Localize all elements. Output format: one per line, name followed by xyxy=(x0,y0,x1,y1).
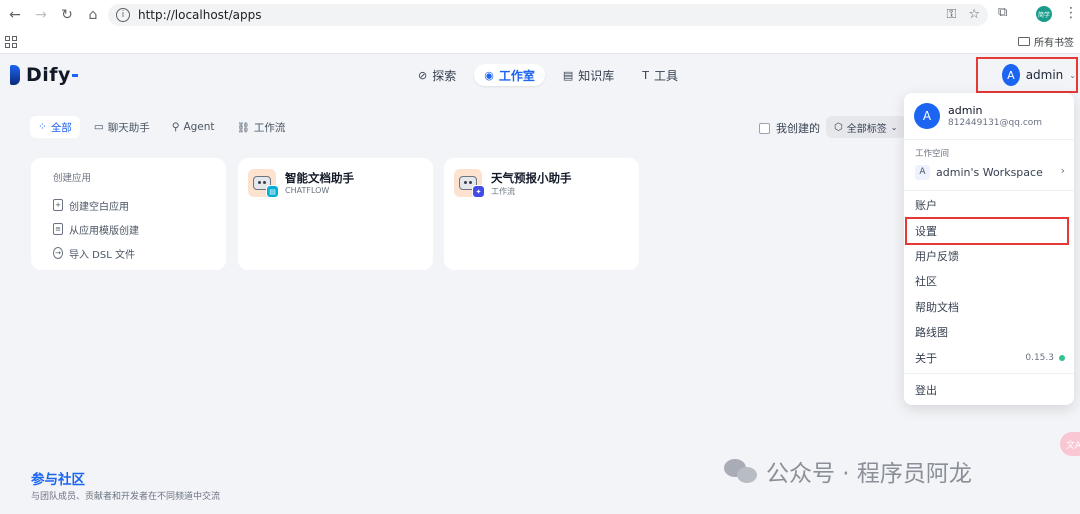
folder-icon xyxy=(1018,37,1030,46)
back-icon[interactable]: ← xyxy=(4,4,26,26)
app-card[interactable]: ▤ 智能文档助手 CHATFLOW xyxy=(238,158,433,270)
forward-icon[interactable]: → xyxy=(30,4,52,26)
status-dot-icon xyxy=(1059,355,1065,361)
menu-item-community[interactable]: 社区 xyxy=(915,271,1065,291)
community-desc: 与团队成员、贡献者和开发者在不同频道中交流 xyxy=(31,492,221,502)
import-icon: → xyxy=(53,247,63,259)
logo-dot xyxy=(71,73,78,77)
nav-studio[interactable]: ◉ 工作室 xyxy=(474,64,545,86)
app-title: 智能文档助手 xyxy=(285,171,354,185)
create-app-card: 创建应用 + 创建空白应用 ≡ 从应用模版创建 → 导入 DSL 文件 xyxy=(31,158,226,270)
import-dsl-button[interactable]: → 导入 DSL 文件 xyxy=(53,241,204,265)
version-info: 0.15.3 xyxy=(1025,353,1065,363)
filter-tab-all[interactable]: ⁘ 全部 xyxy=(30,116,80,138)
url-text: http://localhost/apps xyxy=(138,8,262,22)
chat-icon: ▭ xyxy=(93,121,104,133)
user-name: admin xyxy=(1025,68,1064,82)
workspace-label: 工作空间 xyxy=(915,149,950,159)
nav-explore[interactable]: ⊘ 探索 xyxy=(408,64,466,86)
app-card[interactable]: ✦ 天气预报小助手 工作流 xyxy=(444,158,639,270)
agent-icon: ⚲ xyxy=(171,121,180,133)
tag-filter-select[interactable]: ⬡ 全部标签 ⌄ xyxy=(826,116,906,138)
browser-toolbar: ← → ↻ ⌂ i http://localhost/apps ⚿ ☆ ⧉ 简学… xyxy=(0,0,1080,30)
site-info-icon[interactable]: i xyxy=(116,8,130,22)
dropdown-user-info: A admin 812449131@qq.com xyxy=(914,103,1042,129)
menu-item-logout[interactable]: 登出 xyxy=(915,380,1065,400)
extensions-icon[interactable]: ⧉ xyxy=(998,5,1016,23)
created-by-me-toggle[interactable]: 我创建的 xyxy=(759,120,820,136)
user-dropdown-menu: A admin 812449131@qq.com 工作空间 A admin's … xyxy=(904,93,1074,405)
workspace-switcher[interactable]: A admin's Workspace › xyxy=(915,163,1065,181)
dropdown-avatar: A xyxy=(914,103,940,129)
create-blank-app-button[interactable]: + 创建空白应用 xyxy=(53,193,204,217)
chevron-down-icon: ⌄ xyxy=(1069,70,1076,80)
app-type: CHATFLOW xyxy=(285,186,330,195)
workspace-name: admin's Workspace xyxy=(936,165,1043,179)
version-text: 0.15.3 xyxy=(1025,353,1054,363)
nav-knowledge[interactable]: ▤ 知识库 xyxy=(553,64,624,86)
robot-icon: ◉ xyxy=(484,68,494,82)
profile-avatar[interactable]: 简学 xyxy=(1036,6,1052,22)
user-avatar: A xyxy=(1002,64,1020,86)
chatflow-badge-icon: ▤ xyxy=(266,185,279,198)
create-from-template-button[interactable]: ≡ 从应用模版创建 xyxy=(53,217,204,241)
chevron-down-icon: ⌄ xyxy=(890,122,898,132)
apps-grid-icon[interactable] xyxy=(5,36,17,48)
new-file-icon: + xyxy=(53,199,63,211)
reload-icon[interactable]: ↻ xyxy=(56,4,78,26)
divider xyxy=(904,190,1074,191)
filter-tab-workflow[interactable]: ⛓ 工作流 xyxy=(229,116,294,138)
divider xyxy=(904,373,1074,374)
menu-item-feedback[interactable]: 用户反馈 xyxy=(915,246,1065,266)
app-title: 天气预报小助手 xyxy=(491,171,572,185)
app-header: Dify ⊘ 探索 ◉ 工作室 ▤ 知识库 T 工具 A admin ⌄ xyxy=(0,55,1080,97)
settings-highlight-box xyxy=(905,217,1069,245)
nav-tools[interactable]: T 工具 xyxy=(632,64,688,86)
logo-mark-icon xyxy=(10,65,20,85)
wechat-icon xyxy=(724,457,758,485)
app-type: 工作流 xyxy=(491,187,515,196)
book-icon: ▤ xyxy=(562,68,574,82)
home-icon[interactable]: ⌂ xyxy=(82,4,104,26)
filter-tab-chat[interactable]: ▭ 聊天助手 xyxy=(86,116,158,138)
menu-kebab-icon[interactable]: ⋮ xyxy=(1064,5,1078,21)
hammer-icon: T xyxy=(642,68,650,82)
bookmarks-bar: 所有书签 xyxy=(0,30,1080,54)
all-bookmarks-label: 所有书签 xyxy=(1034,38,1074,49)
community-title[interactable]: 参与社区 xyxy=(31,468,85,488)
menu-item-roadmap[interactable]: 路线图 xyxy=(915,322,1065,342)
workflow-badge-icon: ✦ xyxy=(472,185,485,198)
user-menu-button[interactable]: A admin ⌄ xyxy=(976,57,1078,93)
dify-logo[interactable]: Dify xyxy=(10,64,78,86)
address-bar[interactable]: i http://localhost/apps ⚿ ☆ xyxy=(108,4,988,26)
grid-icon: ⁘ xyxy=(38,121,47,133)
workspace-badge: A xyxy=(915,164,930,180)
divider xyxy=(904,139,1074,140)
dropdown-user-email: 812449131@qq.com xyxy=(948,118,1043,128)
dropdown-user-name: admin xyxy=(948,104,983,117)
tag-icon: ⬡ xyxy=(834,121,843,133)
watermark: 公众号 · 程序员阿龙 xyxy=(724,454,972,488)
menu-item-about[interactable]: 关于 0.15.3 xyxy=(915,348,1065,368)
create-app-title: 创建应用 xyxy=(53,173,92,184)
compass-icon: ⊘ xyxy=(418,68,428,82)
main-nav: ⊘ 探索 ◉ 工作室 ▤ 知识库 T 工具 xyxy=(408,64,688,86)
menu-item-account[interactable]: 账户 xyxy=(915,195,1065,215)
template-icon: ≡ xyxy=(53,223,63,235)
workflow-icon: ⛓ xyxy=(236,121,250,134)
filter-tab-agent[interactable]: ⚲ Agent xyxy=(164,116,223,138)
key-icon[interactable]: ⚿ xyxy=(946,7,956,22)
watermark-text: 公众号 · 程序员阿龙 xyxy=(766,461,972,487)
created-by-me-checkbox[interactable] xyxy=(759,122,770,134)
chevron-right-icon: › xyxy=(1060,164,1065,177)
menu-item-docs[interactable]: 帮助文档 xyxy=(915,297,1065,317)
translate-bubble[interactable]: 文A xyxy=(1060,432,1080,456)
star-icon[interactable]: ☆ xyxy=(968,7,980,22)
app-filter-tabs: ⁘ 全部 ▭ 聊天助手 ⚲ Agent ⛓ 工作流 xyxy=(30,116,293,138)
logo-text: Dify xyxy=(26,64,71,86)
all-bookmarks-button[interactable]: 所有书签 xyxy=(1018,34,1074,49)
